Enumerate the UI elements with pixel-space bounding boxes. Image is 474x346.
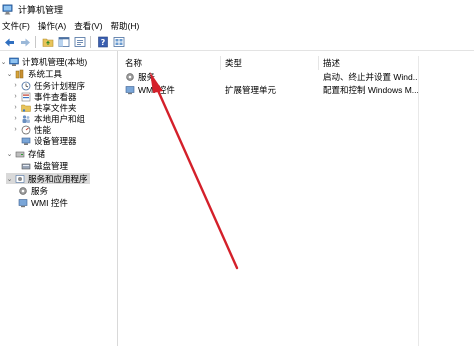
clock-icon: [21, 81, 31, 90]
menu-help[interactable]: 帮助(H): [107, 18, 144, 34]
menu-view[interactable]: 查看(V): [70, 18, 106, 34]
expand-icon[interactable]: ›: [12, 80, 19, 91]
event-log-icon: [21, 92, 31, 101]
tree-label: 设备管理器: [34, 135, 77, 146]
tree-item-performance[interactable]: › 性能: [12, 124, 51, 135]
view-button[interactable]: [112, 35, 126, 49]
svg-text:?: ?: [101, 38, 106, 47]
tree-item-device-manager[interactable]: 设备管理器: [12, 135, 77, 146]
device-manager-icon: [21, 137, 31, 145]
tree-label: WMI 控件: [31, 197, 68, 208]
wmi-icon: [125, 86, 135, 95]
show-hide-tree-icon: [58, 37, 70, 47]
list-header: 名称 类型 描述: [121, 56, 418, 70]
wmi-icon: [18, 198, 28, 207]
tree-label: 计算机管理(本地): [22, 56, 88, 67]
item-name: WMI 控件: [138, 85, 175, 95]
toolbar-separator: [90, 36, 91, 48]
tree-label: 磁盘管理: [34, 160, 69, 171]
tree-label: 服务: [31, 185, 49, 196]
item-description: 配置和控制 Windows M...: [323, 85, 418, 95]
back-arrow-icon: [4, 38, 14, 46]
collapse-icon[interactable]: ⌄: [6, 148, 13, 159]
gear-icon: [126, 73, 134, 81]
column-header-type[interactable]: 类型: [221, 56, 319, 70]
toolbox-icon: [15, 69, 24, 78]
properties-icon: [74, 37, 86, 47]
item-type: 扩展管理单元: [225, 85, 277, 95]
tree-label: 存储: [28, 148, 46, 159]
gear-icon: [19, 186, 27, 195]
collapse-icon[interactable]: ⌄: [6, 173, 13, 184]
performance-icon: [21, 125, 31, 134]
disk-icon: [21, 163, 31, 169]
tree-item-storage[interactable]: ⌄ 存储: [6, 148, 45, 159]
item-description: 启动、终止并设置 Wind...: [323, 72, 418, 82]
toolbar-separator: [35, 36, 36, 48]
list-item-wmi-control[interactable]: WMI 控件 扩展管理单元 配置和控制 Windows M...: [121, 84, 418, 96]
folder-up-icon: [42, 38, 54, 47]
tree-item-task-scheduler[interactable]: › 任务计划程序: [12, 80, 85, 91]
window-title: 计算机管理: [18, 4, 64, 15]
forward-button[interactable]: [18, 35, 32, 49]
details-list: 名称 类型 描述 服务 启动、终止并设置 Wind... WMI 控件 扩展管理…: [121, 51, 474, 346]
list-item-services[interactable]: 服务 启动、终止并设置 Wind...: [121, 71, 418, 83]
forward-arrow-icon: [20, 38, 30, 46]
collapse-icon[interactable]: ⌄: [6, 68, 13, 79]
tree-item-event-viewer[interactable]: › 事件查看器: [12, 91, 76, 102]
help-button[interactable]: ?: [96, 35, 110, 49]
tree-item-services[interactable]: 服务: [18, 185, 48, 196]
collapse-icon[interactable]: ⌄: [0, 56, 7, 67]
tree-item-shared-folders[interactable]: › 共享文件夹: [12, 102, 76, 113]
item-name: 服务: [138, 72, 156, 82]
menu-action[interactable]: 操作(A): [34, 18, 70, 34]
tree-label: 系统工具: [28, 68, 63, 79]
back-button[interactable]: [2, 35, 16, 49]
tree-item-wmi-control[interactable]: WMI 控件: [18, 197, 68, 208]
users-icon: [22, 114, 30, 123]
column-header-name[interactable]: 名称: [121, 56, 221, 70]
shared-folder-icon: [21, 104, 31, 112]
tree-item-services-and-applications[interactable]: ⌄ 服务和应用程序: [6, 173, 90, 184]
expand-icon[interactable]: ›: [12, 91, 19, 102]
view-icon: [113, 37, 125, 47]
expand-icon[interactable]: ›: [12, 102, 19, 113]
help-icon: ?: [98, 36, 108, 48]
storage-icon: [15, 151, 25, 157]
computer-management-icon: [2, 4, 13, 15]
up-one-level-button[interactable]: [41, 35, 55, 49]
tree-item-disk-management[interactable]: 磁盘管理: [12, 160, 68, 171]
show-hide-tree-button[interactable]: [57, 35, 71, 49]
tree-item-local-users[interactable]: › 本地用户和组: [12, 113, 85, 124]
toolbar: ?: [0, 34, 474, 51]
console-tree: ⌄ 计算机管理(本地) ⌄ 系统工具 › 任务计划程序 › 事件查看器 › 共享…: [0, 51, 118, 346]
menu-file[interactable]: 文件(F): [0, 18, 34, 34]
title-bar: 计算机管理: [0, 0, 474, 18]
expand-icon[interactable]: ›: [12, 113, 19, 124]
column-header-description[interactable]: 描述: [319, 56, 418, 70]
tree-item-system-tools[interactable]: ⌄ 系统工具: [6, 68, 62, 79]
tree-label: 服务和应用程序: [28, 173, 88, 184]
computer-management-icon: [9, 57, 19, 66]
tree-item-computer-management[interactable]: ⌄ 计算机管理(本地): [0, 56, 88, 67]
properties-button[interactable]: [73, 35, 87, 49]
expand-icon[interactable]: ›: [12, 124, 19, 135]
pane-divider: [418, 56, 419, 346]
menu-bar: 文件(F) 操作(A) 查看(V) 帮助(H): [0, 18, 474, 34]
services-applications-icon: [15, 174, 25, 183]
